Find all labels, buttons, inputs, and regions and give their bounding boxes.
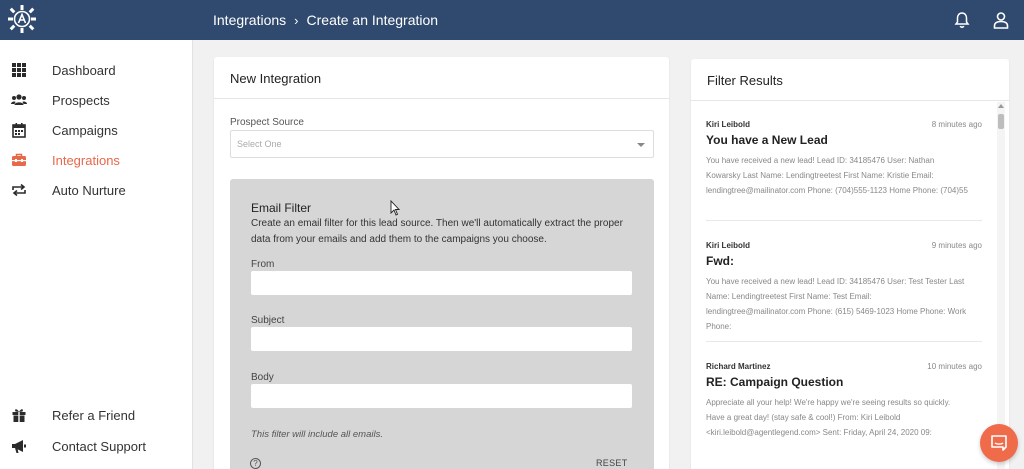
filter-note: This filter will include all emails. bbox=[251, 429, 383, 440]
breadcrumb: Integrations › Create an Integration bbox=[213, 12, 438, 28]
subject-field[interactable] bbox=[251, 327, 632, 351]
card-title: New Integration bbox=[230, 71, 322, 86]
sidebar-item-integrations[interactable]: Integrations bbox=[0, 147, 193, 173]
scrollbar[interactable] bbox=[997, 102, 1005, 469]
message-subject: Fwd: bbox=[706, 254, 734, 268]
subject-label: Subject bbox=[251, 315, 285, 326]
scrollbar-thumb[interactable] bbox=[998, 114, 1004, 129]
user-icon[interactable] bbox=[993, 11, 1009, 29]
body-field[interactable] bbox=[251, 384, 632, 408]
scroll-up-icon[interactable] bbox=[998, 104, 1004, 108]
email-filter-title: Email Filter bbox=[251, 201, 312, 215]
repeat-icon bbox=[12, 183, 26, 197]
sidebar-item-label: Contact Support bbox=[52, 439, 146, 454]
sidebar-item-label: Integrations bbox=[52, 153, 120, 168]
prospect-source-label: Prospect Source bbox=[230, 117, 304, 128]
breadcrumb-separator: › bbox=[294, 12, 299, 28]
sidebar-item-label: Campaigns bbox=[52, 123, 118, 138]
megaphone-icon bbox=[12, 440, 26, 453]
reset-button[interactable]: RESET bbox=[596, 458, 628, 468]
divider bbox=[706, 220, 982, 221]
message-sender: Kiri Leibold bbox=[706, 241, 750, 250]
message-preview: You have received a new lead! Lead ID: 3… bbox=[706, 277, 967, 331]
message-preview: You have received a new lead! Lead ID: 3… bbox=[706, 156, 968, 195]
breadcrumb-current: Create an Integration bbox=[306, 12, 439, 28]
mouse-cursor-icon bbox=[390, 200, 400, 216]
message-sender: Richard Martinez bbox=[706, 362, 771, 371]
chat-launcher-button[interactable] bbox=[980, 424, 1018, 462]
toolbox-icon bbox=[12, 153, 26, 166]
from-label: From bbox=[251, 259, 275, 270]
message-subject: You have a New Lead bbox=[706, 133, 828, 147]
from-field[interactable] bbox=[251, 271, 632, 295]
divider bbox=[706, 341, 982, 342]
card-title: Filter Results bbox=[707, 73, 783, 88]
message-time: 10 minutes ago bbox=[927, 362, 982, 371]
grid-icon bbox=[12, 63, 26, 77]
sidebar: Dashboard Prospects Campaigns Integratio… bbox=[0, 40, 193, 469]
sidebar-item-campaigns[interactable]: Campaigns bbox=[0, 117, 193, 143]
sidebar-item-prospects[interactable]: Prospects bbox=[0, 87, 193, 113]
chevron-down-icon bbox=[637, 143, 645, 147]
gift-icon bbox=[12, 409, 26, 422]
sidebar-item-label: Prospects bbox=[52, 93, 110, 108]
sidebar-item-refer-a-friend[interactable]: Refer a Friend bbox=[0, 402, 193, 428]
select-placeholder: Select One bbox=[237, 139, 282, 149]
message-subject: RE: Campaign Question bbox=[706, 375, 844, 389]
calendar-icon bbox=[12, 123, 26, 138]
sidebar-item-contact-support[interactable]: Contact Support bbox=[0, 433, 193, 459]
message-preview: Appreciate all your help! We're happy we… bbox=[706, 398, 951, 437]
divider bbox=[691, 100, 1009, 101]
chat-icon bbox=[991, 435, 1007, 451]
breadcrumb-integrations[interactable]: Integrations bbox=[213, 12, 286, 28]
message-time: 9 minutes ago bbox=[931, 241, 982, 250]
body-label: Body bbox=[251, 372, 274, 383]
email-filter-panel: Email Filter Create an email filter for … bbox=[230, 179, 654, 469]
email-filter-description: Create an email filter for this lead sou… bbox=[251, 218, 623, 245]
sidebar-item-auto-nurture[interactable]: Auto Nurture bbox=[0, 177, 193, 203]
sidebar-item-label: Auto Nurture bbox=[52, 183, 126, 198]
sidebar-item-label: Dashboard bbox=[52, 63, 116, 78]
filter-results-card: Filter Results Kiri Leibold 8 minutes ag… bbox=[691, 59, 1009, 469]
sidebar-item-label: Refer a Friend bbox=[52, 408, 136, 423]
top-bar: Integrations › Create an Integration bbox=[0, 0, 1024, 40]
logo-icon[interactable] bbox=[8, 5, 36, 33]
divider bbox=[214, 98, 669, 99]
prospect-source-select[interactable]: Select One bbox=[230, 130, 654, 158]
sidebar-item-dashboard[interactable]: Dashboard bbox=[0, 57, 193, 83]
new-integration-card: New Integration Prospect Source Select O… bbox=[214, 57, 669, 469]
message-time: 8 minutes ago bbox=[931, 120, 982, 129]
bell-icon[interactable] bbox=[954, 11, 970, 29]
help-icon[interactable]: ? bbox=[250, 458, 261, 469]
people-icon bbox=[11, 94, 27, 105]
message-sender: Kiri Leibold bbox=[706, 120, 750, 129]
